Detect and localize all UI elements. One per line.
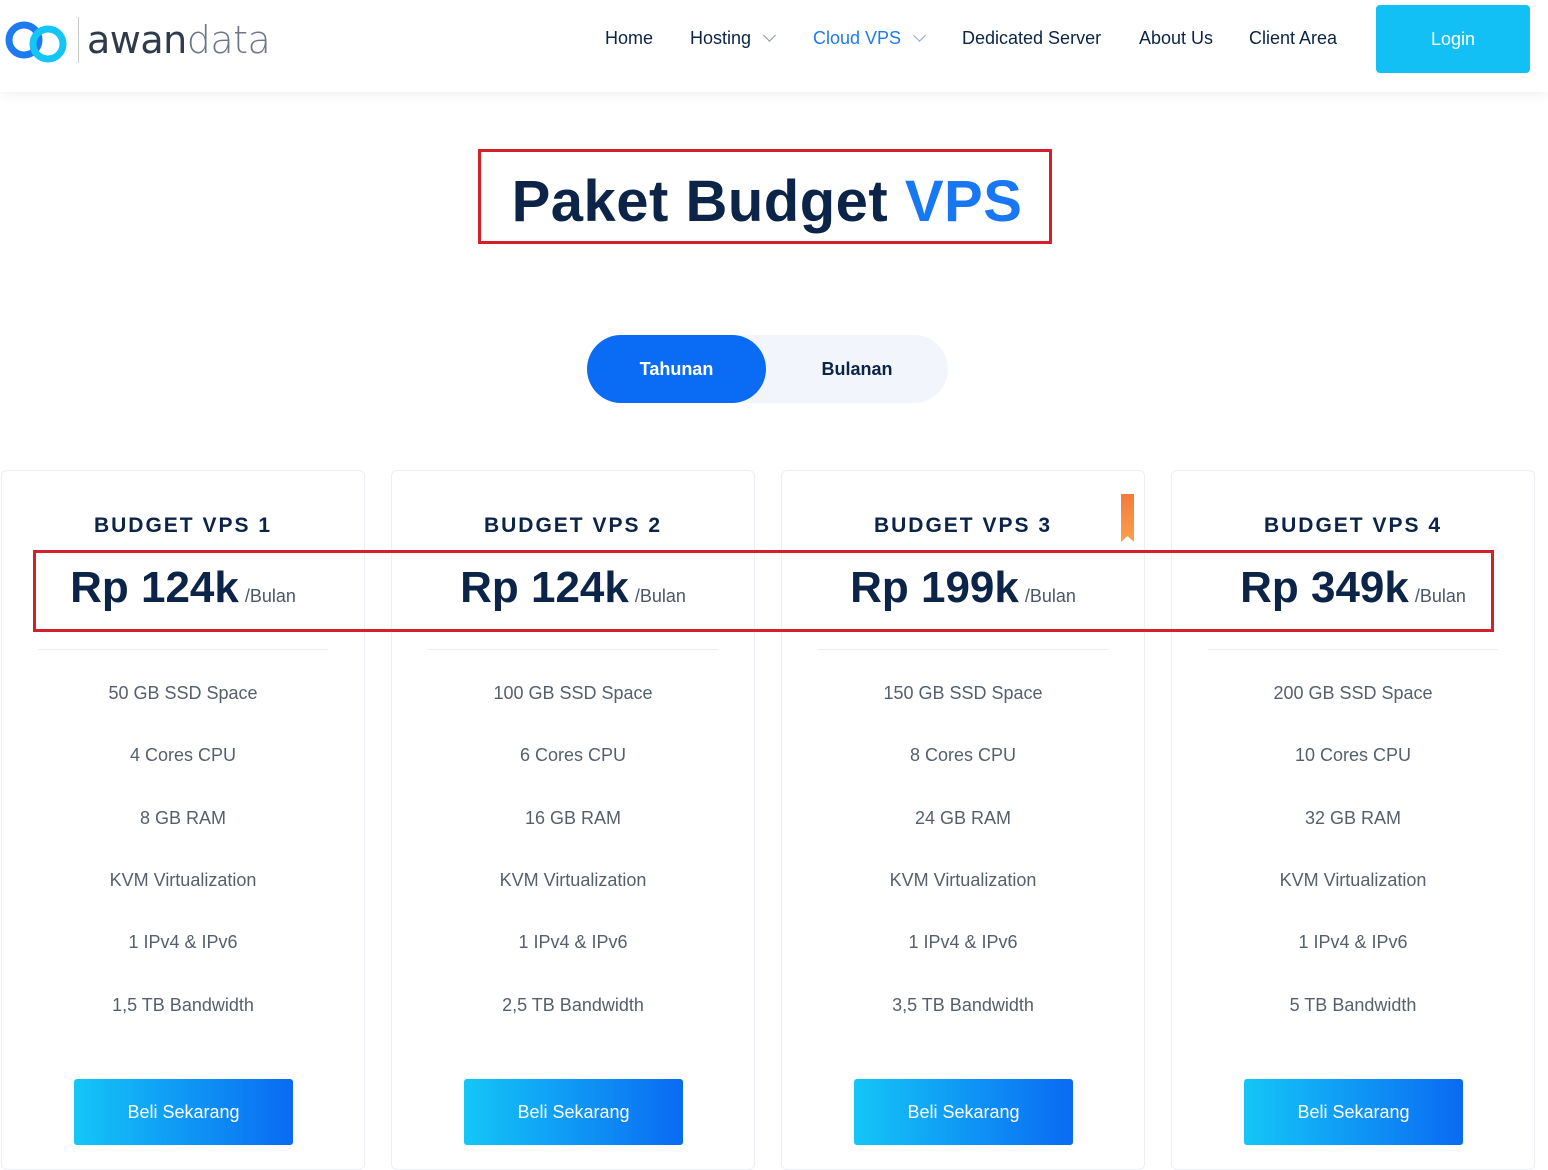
site-header: awandata Home Hosting Cloud VPS Dedicate… — [0, 0, 1548, 92]
chevron-down-icon — [763, 29, 776, 42]
brand-name: awandata — [87, 18, 271, 62]
feature-item: 24 GB RAM — [914, 808, 1012, 828]
billing-toggle: Tahunan Bulanan — [587, 335, 948, 403]
nav-hosting[interactable]: Hosting — [690, 28, 776, 49]
plan-name: BUDGET VPS 1 — [93, 514, 273, 537]
nav-cloud-vps-label: Cloud VPS — [813, 28, 902, 48]
nav-home[interactable]: Home — [605, 28, 653, 49]
plan-name: BUDGET VPS 2 — [483, 514, 663, 537]
feature-item: KVM Virtualization — [109, 870, 257, 890]
feature-item: 1,5 TB Bandwidth — [112, 995, 254, 1015]
feature-item: KVM Virtualization — [1279, 870, 1427, 890]
chevron-down-icon — [913, 29, 926, 42]
cloud-logo-icon — [5, 21, 67, 63]
divider — [818, 649, 1108, 650]
feature-item: 16 GB RAM — [524, 808, 622, 828]
feature-item: 1 IPv4 & IPv6 — [518, 932, 628, 952]
feature-item: KVM Virtualization — [889, 870, 1037, 890]
page-title-main: Paket Budget — [511, 169, 889, 234]
feature-item: 4 Cores CPU — [129, 745, 237, 765]
bookmark-ribbon-icon — [1121, 494, 1134, 542]
divider — [1208, 649, 1498, 650]
buy-now-button[interactable]: Beli Sekarang — [74, 1079, 293, 1145]
buy-now-button[interactable]: Beli Sekarang — [1244, 1079, 1463, 1145]
login-button[interactable]: Login — [1376, 5, 1530, 73]
feature-item: 5 TB Bandwidth — [1289, 995, 1417, 1015]
feature-item: 1 IPv4 & IPv6 — [1298, 932, 1408, 952]
feature-item: 10 Cores CPU — [1294, 745, 1412, 765]
buy-now-button[interactable]: Beli Sekarang — [464, 1079, 683, 1145]
nav-about-us[interactable]: About Us — [1139, 28, 1213, 49]
buy-now-button[interactable]: Beli Sekarang — [854, 1079, 1073, 1145]
feature-item: 8 GB RAM — [139, 808, 227, 828]
nav-cloud-vps[interactable]: Cloud VPS — [813, 28, 926, 49]
feature-item: 6 Cores CPU — [519, 745, 627, 765]
feature-item: 8 Cores CPU — [909, 745, 1017, 765]
nav-client-area[interactable]: Client Area — [1249, 28, 1337, 49]
divider — [38, 649, 328, 650]
feature-item: 1 IPv4 & IPv6 — [128, 932, 238, 952]
feature-item: KVM Virtualization — [499, 870, 647, 890]
nav-hosting-label: Hosting — [690, 28, 752, 48]
brand-logo[interactable]: awandata — [4, 14, 271, 66]
feature-item: 3,5 TB Bandwidth — [892, 995, 1034, 1015]
feature-item: 2,5 TB Bandwidth — [502, 995, 644, 1015]
billing-yearly-button[interactable]: Tahunan — [587, 335, 766, 403]
page-title-highlight: VPS — [904, 169, 1023, 234]
price-highlight-box — [33, 550, 1494, 632]
divider — [428, 649, 718, 650]
plan-name: BUDGET VPS 4 — [1263, 514, 1443, 537]
feature-item: 100 GB SSD Space — [493, 683, 653, 703]
plan-name: BUDGET VPS 3 — [873, 514, 1053, 537]
page-title: Paket Budget VPS — [478, 168, 1056, 235]
feature-item: 200 GB SSD Space — [1273, 683, 1433, 703]
feature-item: 150 GB SSD Space — [883, 683, 1043, 703]
feature-item: 1 IPv4 & IPv6 — [908, 932, 1018, 952]
feature-item: 32 GB RAM — [1304, 808, 1402, 828]
feature-item: 50 GB SSD Space — [108, 683, 258, 703]
logo-divider — [78, 17, 79, 63]
nav-dedicated-server[interactable]: Dedicated Server — [962, 28, 1101, 49]
billing-monthly-button[interactable]: Bulanan — [766, 335, 948, 403]
